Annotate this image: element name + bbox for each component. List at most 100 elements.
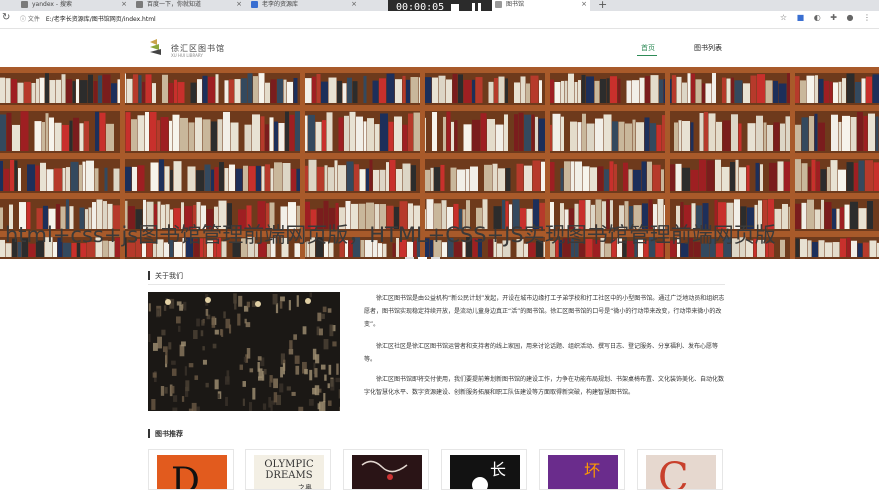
star-icon[interactable]: ☆ xyxy=(780,13,787,22)
shelf-book xyxy=(202,75,208,103)
library-logo-icon[interactable] xyxy=(148,38,168,58)
file-info-icon[interactable]: ⓘ 文件 xyxy=(20,16,40,23)
profile-icon[interactable]: ● xyxy=(846,13,853,22)
book-card[interactable]: OLYMPIC DREAMS 之奥 xyxy=(245,449,331,490)
shelf-book xyxy=(289,114,295,151)
interior-shelf-book xyxy=(309,369,313,381)
shelf-book xyxy=(35,165,40,191)
shelf-book xyxy=(366,168,369,191)
tab-favicon-icon xyxy=(251,1,258,8)
shelf-book xyxy=(79,80,88,103)
shelf-book xyxy=(24,81,31,103)
shelf-book xyxy=(678,120,682,151)
interior-shelf-book xyxy=(176,301,182,306)
shelf-book xyxy=(440,164,445,191)
nav-book-list-link[interactable]: 图书列表 xyxy=(694,43,722,53)
browser-tab[interactable]: 老李的资源库 × xyxy=(248,0,360,11)
close-icon[interactable]: × xyxy=(581,0,587,9)
shelf-book xyxy=(282,162,291,191)
shelf-book xyxy=(760,164,763,191)
shelf-book xyxy=(746,165,750,191)
extensions-puzzle-icon[interactable]: ✚ xyxy=(830,13,837,22)
menu-icon[interactable]: ⋮ xyxy=(863,13,871,22)
new-tab-icon[interactable]: + xyxy=(598,0,607,11)
shelf-book xyxy=(811,159,816,191)
section-marker xyxy=(148,271,150,280)
shelf-book xyxy=(582,113,586,151)
carousel-dot-active[interactable] xyxy=(418,257,427,259)
shelf-book xyxy=(644,117,650,151)
interior-shelf-book xyxy=(193,330,198,340)
shelf-book xyxy=(484,164,492,191)
browser-tab[interactable]: yandex - 搜索 × xyxy=(18,0,130,11)
interior-shelf-book xyxy=(280,366,283,378)
shelf-book xyxy=(197,79,202,103)
shelf-book xyxy=(293,77,298,103)
book-card[interactable]: C xyxy=(637,449,723,490)
shelf-book xyxy=(402,163,411,191)
shelf-book xyxy=(295,111,300,151)
shelf-book xyxy=(152,83,156,103)
interior-shelf-book xyxy=(243,356,246,363)
shelf-book xyxy=(641,161,647,191)
browser-tab-active[interactable]: 图书馆 × xyxy=(492,0,590,11)
shelf-book xyxy=(230,122,239,151)
book-card[interactable]: D xyxy=(148,449,234,490)
shelf-book xyxy=(633,169,641,191)
shelf-book xyxy=(463,124,472,151)
shelf-book xyxy=(858,160,865,191)
shelf-book xyxy=(632,80,639,103)
extension-icon[interactable]: ■ xyxy=(797,13,805,22)
shelf-book xyxy=(518,112,524,151)
interior-shelf-book xyxy=(288,349,294,355)
shelf-book xyxy=(0,114,6,151)
interior-shelf-book xyxy=(252,387,256,400)
shelf-book xyxy=(177,82,185,103)
shelf-book xyxy=(872,74,879,103)
shelf-book xyxy=(614,164,617,191)
close-icon[interactable]: × xyxy=(351,0,357,9)
shelf-book xyxy=(214,167,219,191)
shelf-book xyxy=(647,161,652,191)
interior-shelf-book xyxy=(279,301,283,309)
interior-shelf-book xyxy=(172,407,178,411)
shelf-book xyxy=(265,124,269,151)
shelf-book xyxy=(131,119,137,151)
shield-icon[interactable]: ◐ xyxy=(814,13,821,22)
carousel-dot[interactable] xyxy=(431,257,440,259)
book-card[interactable] xyxy=(343,449,429,490)
shelf-book xyxy=(215,74,219,103)
interior-shelf-book xyxy=(282,363,285,375)
shelf-book xyxy=(432,77,438,103)
interior-shelf-book xyxy=(327,308,332,313)
shelf-book xyxy=(564,161,570,191)
shelf-book xyxy=(40,162,46,191)
book-card[interactable]: 长 xyxy=(441,449,527,490)
shelf-book xyxy=(104,167,108,191)
close-icon[interactable]: × xyxy=(121,0,127,9)
shelf-book xyxy=(408,113,413,151)
interior-shelf-book xyxy=(225,318,231,329)
book-cover-image: D xyxy=(157,455,227,489)
shelf-book xyxy=(6,112,12,151)
shelf-book xyxy=(386,73,395,103)
shelf-book xyxy=(3,168,10,191)
reload-icon[interactable]: ↻ xyxy=(2,12,10,23)
book-card[interactable]: 坏 xyxy=(539,449,625,490)
close-icon[interactable]: × xyxy=(236,0,242,9)
interior-shelf-book xyxy=(246,347,251,359)
shelf-book xyxy=(132,166,137,191)
shelf-book xyxy=(169,120,172,151)
tab-favicon-icon xyxy=(495,1,502,8)
interior-shelf-book xyxy=(188,363,194,368)
interior-shelf-book xyxy=(225,396,228,407)
shelf-book xyxy=(402,75,406,103)
interior-shelf-book xyxy=(296,295,299,307)
browser-tab[interactable]: 百度一下，你就知道 × xyxy=(133,0,245,11)
nav-home-link[interactable]: 首页 xyxy=(641,43,655,53)
carousel-dot[interactable] xyxy=(405,257,414,259)
url-field[interactable]: ⓘ 文件 E:/老李长资源库/图书馆网页/index.html xyxy=(20,13,760,26)
shelf-book xyxy=(349,111,356,151)
shelf-book xyxy=(626,80,632,103)
section-marker xyxy=(148,429,150,438)
